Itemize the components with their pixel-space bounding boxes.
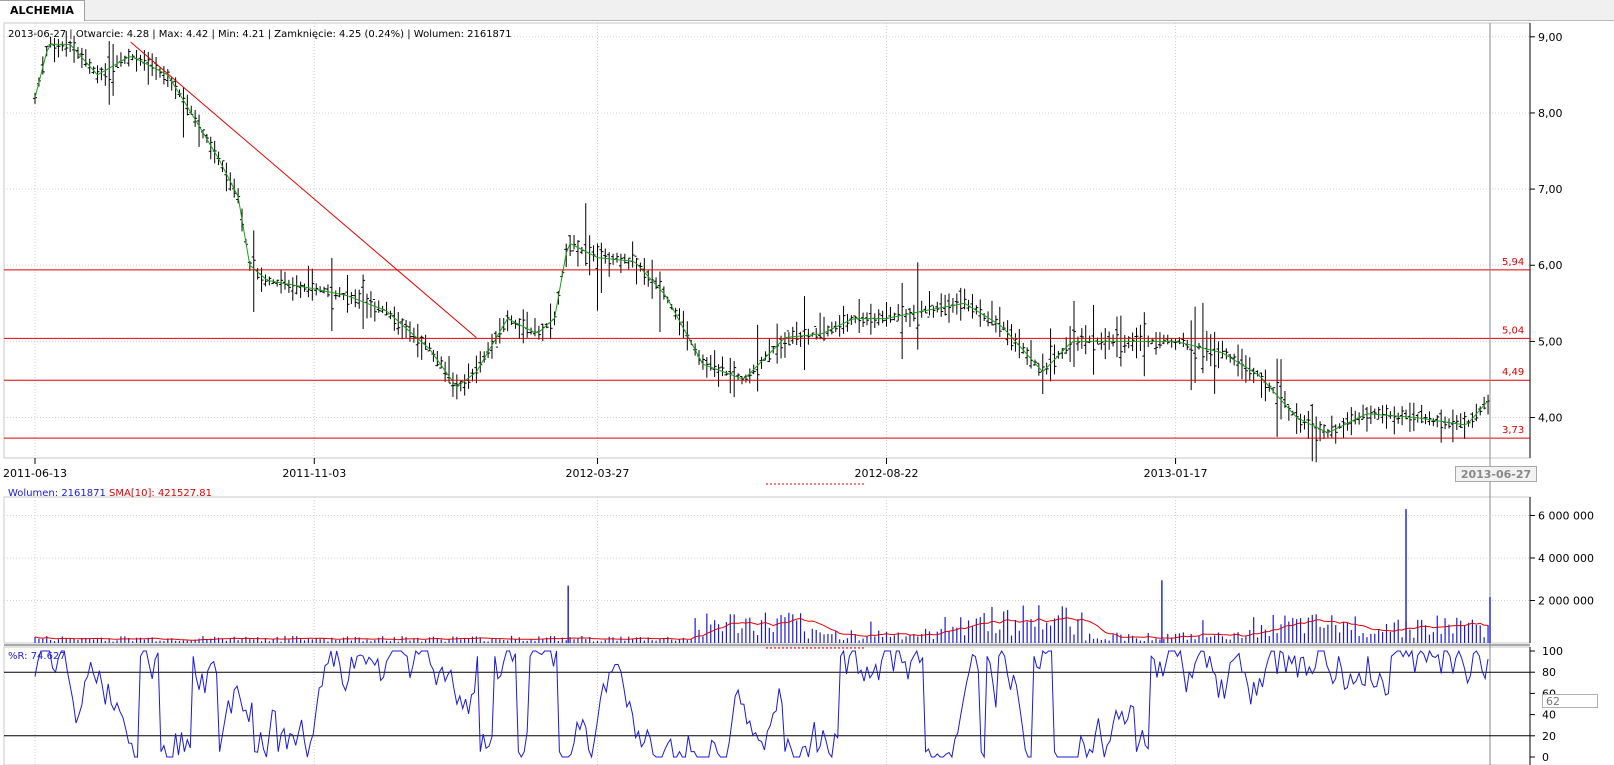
williams-r-y-tick-label: 0: [1542, 751, 1549, 764]
williams-r-y-tick-label: 40: [1542, 709, 1556, 722]
x-tick-label: 2011-06-13: [3, 467, 67, 480]
y-tick-label: 6,00: [1538, 259, 1563, 272]
price-header: 2013-06-27 | Otwarcie: 4.28 | Max: 4.42 …: [8, 29, 512, 40]
chart-area[interactable]: 2011-06-13 2011-11-03 2012-03-27 2012-08-22…: [0, 21, 1614, 765]
williams-r-y-tick-label: 20: [1542, 730, 1556, 743]
trendline: [130, 41, 477, 338]
tab-bar: ALCHEMIA: [0, 0, 1614, 21]
tab-alchemia[interactable]: ALCHEMIA: [0, 0, 85, 21]
y-tick-label: 4,00: [1538, 412, 1563, 425]
x-tick-label: 2011-11-03: [282, 467, 346, 480]
williams-r-line: [34, 649, 1489, 759]
williams-r-header: %R: 74.627: [8, 651, 66, 662]
x-tick-label: 2012-03-27: [566, 467, 630, 480]
volume-y-tick-label: 6 000 000: [1538, 510, 1594, 523]
price-panel-frame: [3, 22, 1531, 459]
x-tick-label: 2013-01-17: [1144, 467, 1208, 480]
volume-label: Wolumen: 2161871: [8, 488, 106, 499]
x-tick-label: 2012-08-22: [855, 467, 919, 480]
level-label: 4,49: [1502, 367, 1524, 378]
volume-header: Wolumen: 2161871 SMA[10]: 421527.81: [8, 488, 212, 499]
moving-average-line: [34, 43, 1489, 434]
y-tick-label: 9,00: [1538, 31, 1563, 44]
volume-y-tick-label: 2 000 000: [1538, 595, 1594, 608]
cursor-date-box: 2013-06-27: [1455, 466, 1537, 482]
level-label: 5,94: [1502, 257, 1524, 268]
volume-sma-label: SMA[10]: 421527.81: [109, 488, 213, 499]
level-label: 5,04: [1502, 325, 1524, 336]
williams-r-value-box: 62: [1542, 694, 1598, 708]
williams-r-y-tick-label: 100: [1542, 645, 1563, 658]
y-tick-label: 8,00: [1538, 107, 1563, 120]
y-tick-label: 5,00: [1538, 335, 1563, 348]
williams-r-y-tick-label: 80: [1542, 666, 1556, 679]
volume-y-tick-label: 4 000 000: [1538, 552, 1594, 565]
y-tick-label: 7,00: [1538, 183, 1563, 196]
level-label: 3,73: [1502, 425, 1524, 436]
williams-r-panel-frame: [3, 646, 1531, 765]
